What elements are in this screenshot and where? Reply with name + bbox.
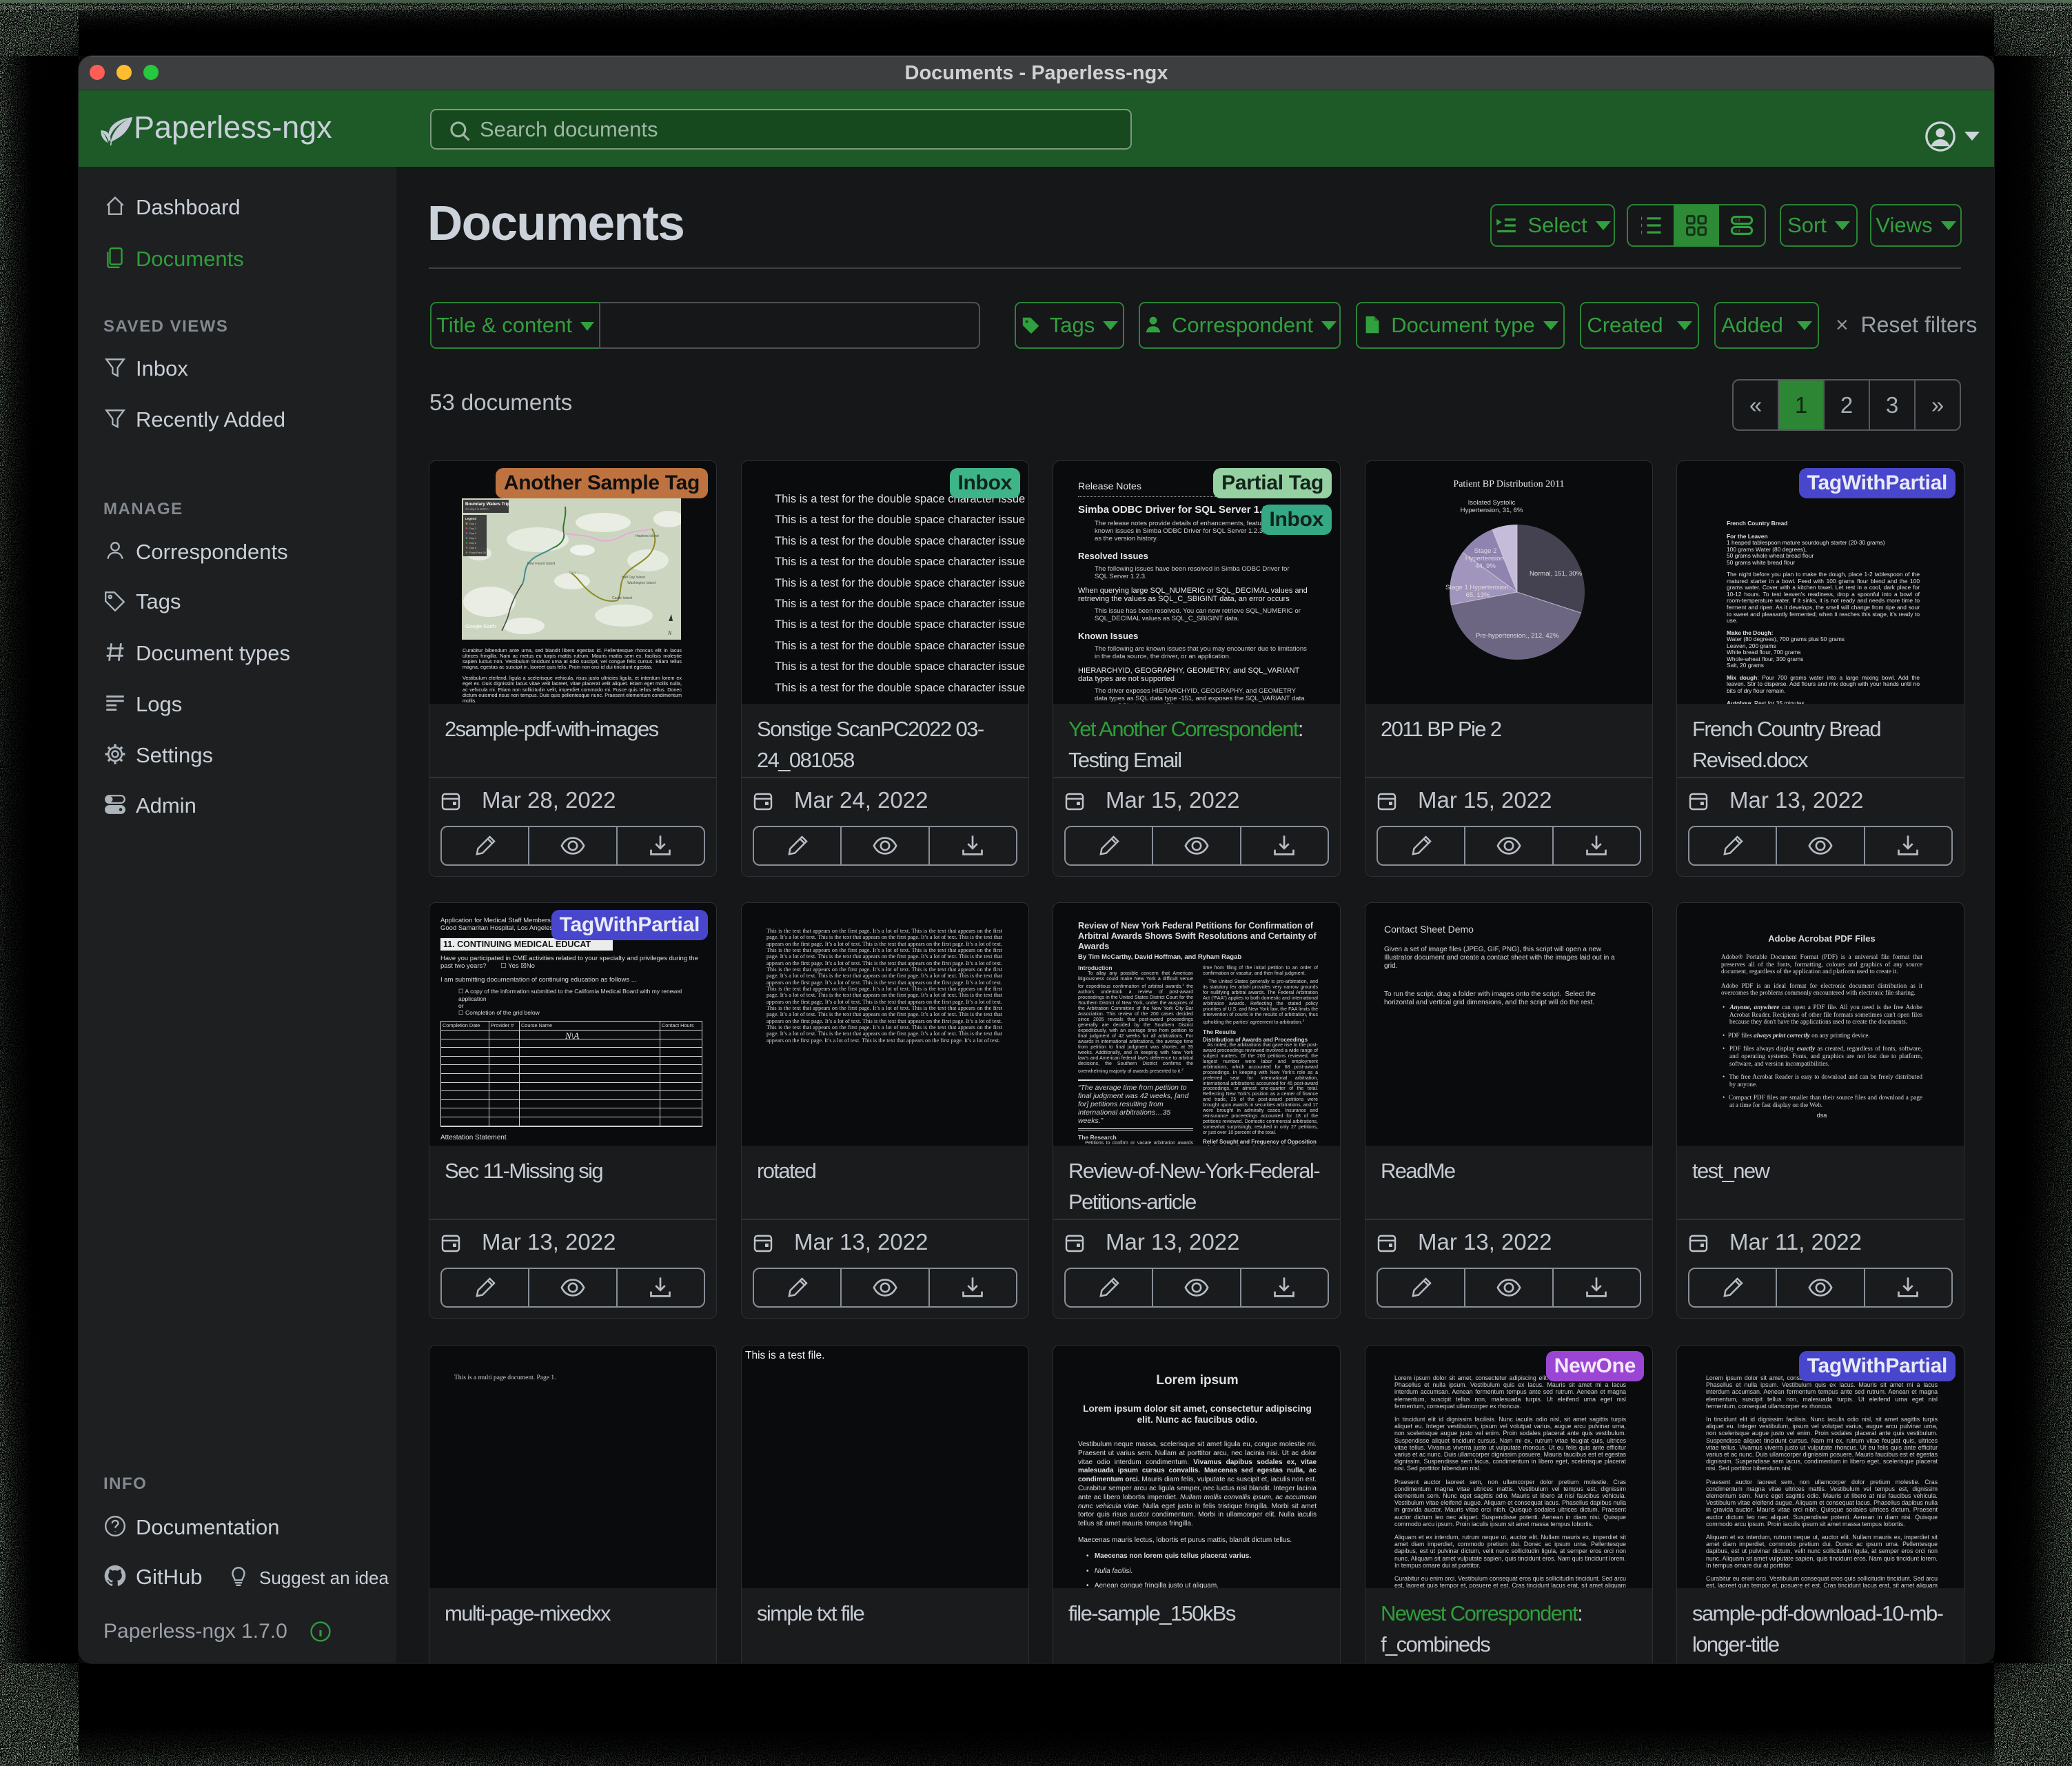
svg-text:Day 2: Day 2 — [469, 527, 476, 530]
svg-text:Castle Island: Castle Island — [612, 596, 632, 600]
svg-text:Half Day Island: Half Day Island — [622, 576, 645, 580]
svg-text:Boundary Waters Trip: Boundary Waters Trip — [465, 502, 509, 507]
svg-text:Day 6: Day 6 — [469, 547, 476, 549]
svg-text:Entry Point 34: Entry Point 34 — [469, 551, 486, 554]
svg-text:Day 3: Day 3 — [469, 532, 476, 535]
svg-text:Washington Island: Washington Island — [627, 581, 656, 585]
svg-text:Tent L...: Tent L... — [569, 571, 584, 576]
svg-text:Hawkins Island: Hawkins Island — [636, 534, 659, 538]
svg-text:©2017 Google: ©2017 Google — [465, 631, 483, 634]
svg-text:N: N — [667, 630, 672, 636]
svg-text:Google Earth: Google Earth — [465, 623, 496, 629]
svg-text:Day 5: Day 5 — [469, 542, 476, 545]
svg-text:New Found Island: New Found Island — [527, 562, 556, 566]
svg-text:Legend: Legend — [465, 517, 476, 520]
svg-text:Day 4: Day 4 — [469, 537, 476, 540]
svg-text:Day 1: Day 1 — [469, 522, 476, 525]
svg-text:Six days in BWCA: Six days in BWCA — [465, 507, 489, 511]
